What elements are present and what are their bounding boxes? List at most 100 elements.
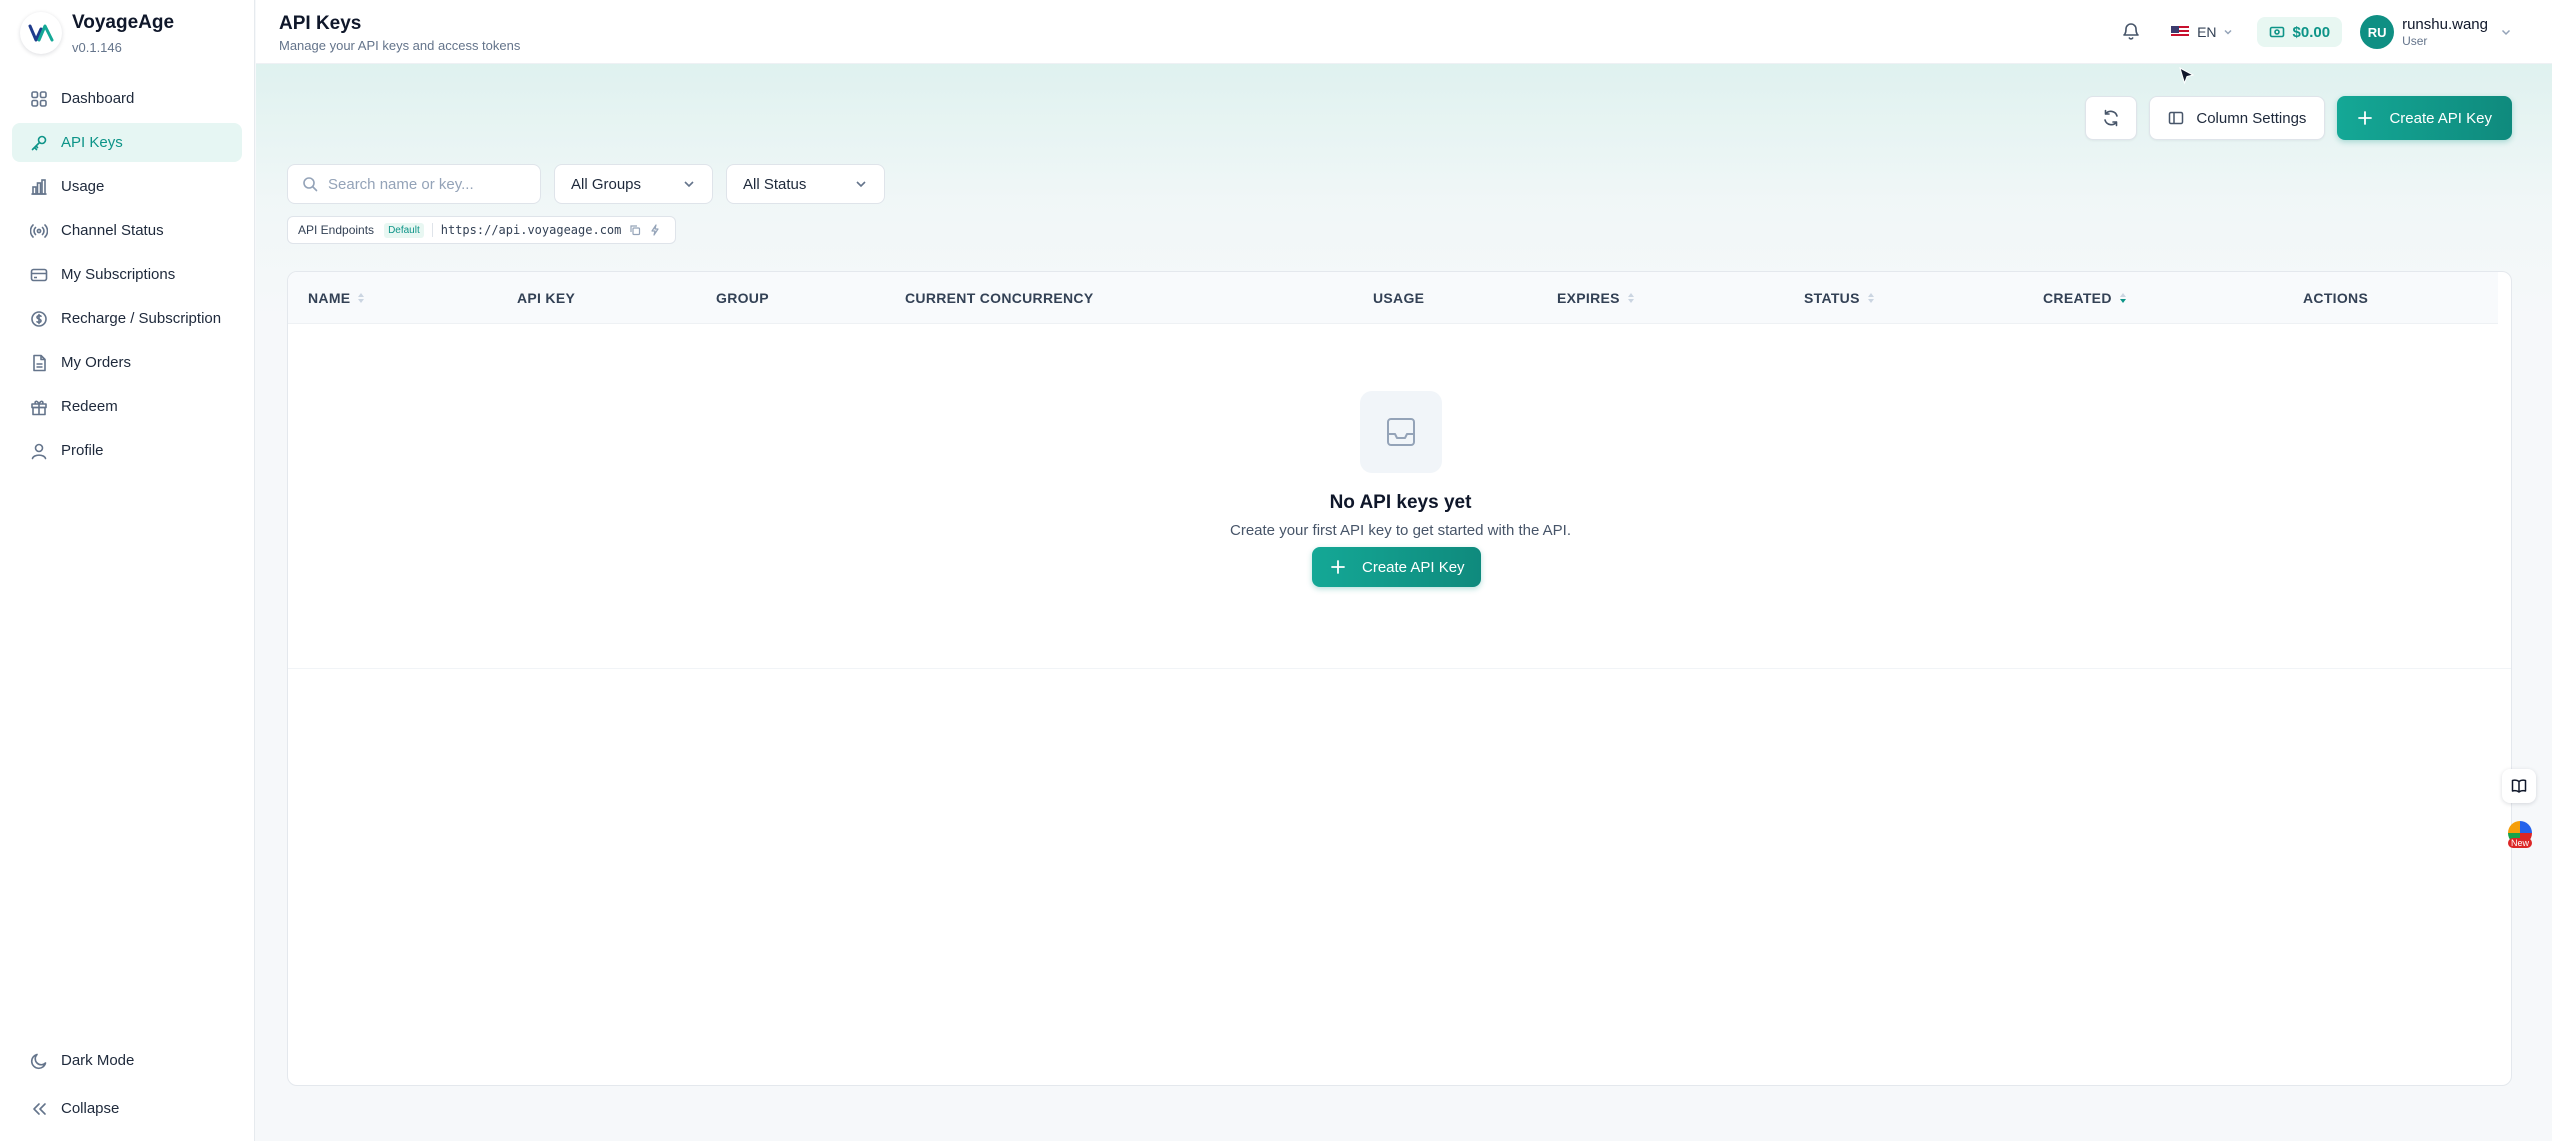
create-api-key-button[interactable]: Create API Key [2337,96,2512,140]
user-info[interactable]: runshu.wang User [2402,16,2488,48]
dark-mode-label: Dark Mode [61,1052,135,1069]
column-header-expires[interactable]: EXPIRES [1557,272,1634,324]
sidebar-item-recharge[interactable]: Recharge / Subscription [12,299,242,338]
brand-name: VoyageAge [72,11,175,33]
chevron-down-icon [854,177,868,191]
balance-value: $0.00 [2292,23,2331,41]
sidebar-item-label: Usage [61,178,105,195]
column-header-label: ACTIONS [2303,290,2369,306]
sidebar-item-label: Profile [61,442,104,459]
column-settings-button[interactable]: Column Settings [2149,96,2326,140]
filters-bar: All Groups All Status [287,164,898,204]
status-select[interactable]: All Status [726,164,885,204]
bell-icon[interactable] [2121,21,2143,43]
new-feature-widget[interactable]: New [2505,821,2535,851]
top-header: API Keys Manage your API keys and access… [256,0,2552,64]
column-header-label: USAGE [1373,290,1425,306]
page-title: API Keys [279,13,362,34]
column-header-current-concurrency: CURRENT CONCURRENCY [905,272,1093,324]
balance-badge[interactable]: $0.00 [2256,17,2343,47]
key-icon [29,133,49,153]
brand-version: v0.1.146 [72,39,122,55]
brand-logo [20,12,62,54]
language-label: EN [2197,24,2217,40]
sidebar-nav: Dashboard API Keys Usage Channel Status … [12,79,242,475]
column-header-label: API KEY [517,290,576,306]
signal-icon [29,221,49,241]
wallet-icon [2269,24,2285,40]
sidebar-item-my-orders[interactable]: My Orders [12,343,242,382]
speed-test-icon[interactable] [649,224,661,236]
status-select-value: All Status [743,175,807,193]
empty-subtitle: Create your first API key to get started… [1230,522,1571,539]
page-subtitle: Manage your API keys and access tokens [279,38,521,53]
us-flag-icon [2171,26,2190,38]
sidebar-item-label: Redeem [61,398,118,415]
empty-create-api-key-button[interactable]: Create API Key [1312,547,1481,587]
grid-icon [29,89,49,109]
refresh-button[interactable] [2085,96,2138,140]
sidebar-item-profile[interactable]: Profile [12,431,242,470]
mouse-cursor-icon [2179,67,2195,85]
inbox-icon [1360,391,1442,473]
empty-title: No API keys yet [1329,492,1472,513]
column-header-actions: ACTIONS [2303,272,2368,324]
divider [431,223,433,237]
sidebar-item-label: API Keys [61,134,123,151]
api-endpoints-bar: API Endpoints Default https://api.voyage… [287,216,676,244]
moon-icon [29,1051,49,1071]
sidebar-item-api-keys[interactable]: API Keys [12,123,242,162]
avatar[interactable]: RU [2360,15,2395,49]
sidebar-item-label: My Subscriptions [61,266,176,283]
chevron-down-icon[interactable] [2500,26,2512,38]
main-content: Column Settings Create API Key All Group… [256,64,2552,1141]
api-keys-table: NAME API KEY GROUP CURRENT CONCURRENCY U… [287,271,2512,1086]
table-header: NAME API KEY GROUP CURRENT CONCURRENCY U… [288,272,2498,324]
column-header-label: CREATED [2043,290,2112,306]
column-header-label: GROUP [716,290,769,306]
column-header-name[interactable]: NAME [308,272,365,324]
column-header-api-key: API KEY [517,272,575,324]
column-header-group: GROUP [716,272,769,324]
plus-icon [1330,559,1346,575]
refresh-icon [2102,109,2120,127]
chevron-down-icon [682,177,696,191]
brand[interactable]: VoyageAge v0.1.146 [20,8,174,58]
sidebar-item-redeem[interactable]: Redeem [12,387,242,426]
gift-icon [29,397,49,417]
user-role: User [2402,34,2428,48]
user-name: runshu.wang [2402,16,2488,33]
search-box[interactable] [287,164,541,204]
sort-desc-icon [2119,293,2126,303]
sort-icon [1627,293,1634,303]
collapse-button[interactable]: Collapse [12,1089,242,1128]
column-header-status[interactable]: STATUS [1804,272,1874,324]
sidebar-bottom: Dark Mode Collapse [12,1041,242,1137]
column-header-label: STATUS [1804,290,1860,306]
user-icon [29,441,49,461]
sidebar-item-usage[interactable]: Usage [12,167,242,206]
search-input[interactable] [328,175,518,193]
sidebar-item-dashboard[interactable]: Dashboard [12,79,242,118]
sidebar-item-my-subscriptions[interactable]: My Subscriptions [12,255,242,294]
empty-create-label: Create API Key [1362,558,1465,576]
docs-button[interactable] [2502,769,2536,803]
groups-select-value: All Groups [571,175,642,193]
sidebar-item-label: Recharge / Subscription [61,310,222,327]
column-header-label: EXPIRES [1557,290,1620,306]
column-settings-label: Column Settings [2196,109,2307,127]
sidebar-item-label: My Orders [61,354,132,371]
column-header-label: NAME [308,290,351,306]
language-selector[interactable]: EN [2171,24,2232,40]
columns-icon [2168,110,2184,126]
sort-icon [358,293,365,303]
new-badge: New [2508,838,2533,848]
coin-icon [29,309,49,329]
copy-icon[interactable] [629,224,641,236]
sidebar-item-channel-status[interactable]: Channel Status [12,211,242,250]
groups-select[interactable]: All Groups [554,164,713,204]
column-header-created[interactable]: CREATED [2043,272,2126,324]
sidebar: VoyageAge v0.1.146 Dashboard API Keys Us… [0,0,255,1141]
dark-mode-toggle[interactable]: Dark Mode [12,1041,242,1080]
sidebar-item-label: Dashboard [61,90,135,107]
